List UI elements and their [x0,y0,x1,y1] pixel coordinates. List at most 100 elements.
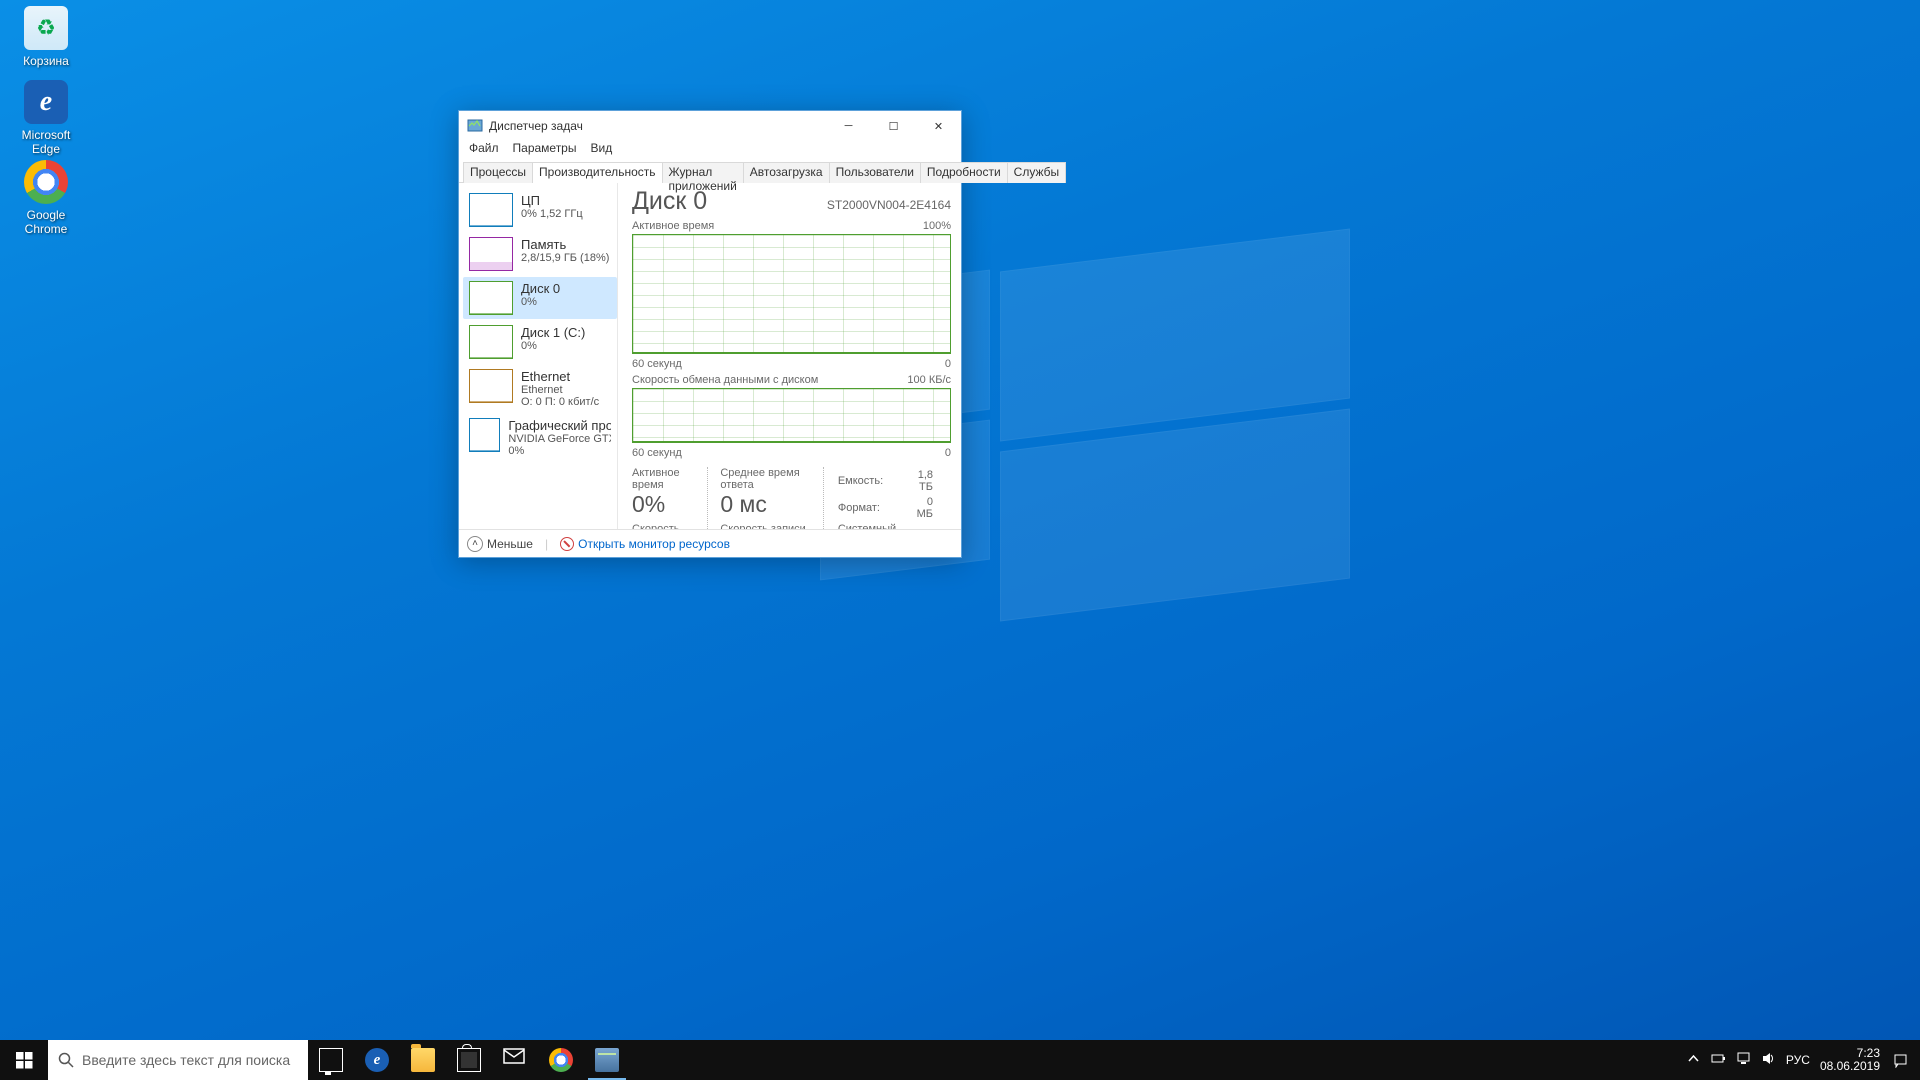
disk-model: ST2000VN004-2E4164 [827,198,951,212]
graph-throughput [632,388,951,443]
stat-label: Активное время [632,467,697,491]
recycle-bin-icon [24,6,68,50]
taskbar-app-mail[interactable] [492,1040,538,1080]
sidebar-item-sub: 2,8/15,9 ГБ (18%) [521,252,609,264]
tray-network-icon[interactable] [1736,1051,1751,1069]
window-status-bar: ˄ Меньше | Открыть монитор ресурсов [459,529,961,557]
windows-logo-icon [16,1052,33,1069]
store-icon [457,1048,481,1072]
tab-app-history[interactable]: Журнал приложений [662,162,744,183]
sidebar-item-ethernet[interactable]: Ethernet Ethernet О: 0 П: 0 кбит/с [463,365,617,412]
tray-language[interactable]: РУС [1786,1053,1810,1067]
sidebar-item-sub: NVIDIA GeForce GTX 1660 [508,433,611,445]
desktop-icon-edge[interactable]: Microsoft Edge [6,80,86,156]
graph1-max: 100% [923,220,951,232]
search-placeholder: Введите здесь текст для поиска [82,1052,290,1068]
taskbar-app-task-manager[interactable] [584,1040,630,1080]
sidebar-item-memory[interactable]: Память 2,8/15,9 ГБ (18%) [463,233,617,275]
tab-services[interactable]: Службы [1007,162,1066,183]
sidebar-item-sub2: 0% [508,445,611,457]
graph2-xleft: 60 секунд [632,447,682,459]
tab-processes[interactable]: Процессы [463,162,533,183]
stat-value: 0 мс [720,491,809,517]
fewer-details-label: Меньше [487,537,533,551]
search-icon [58,1052,74,1068]
sidebar-item-label: Графический процессор [508,418,611,433]
tray-date: 08.06.2019 [1820,1060,1880,1073]
stat-label: Среднее время ответа [720,467,809,491]
sidebar-item-label: ЦП [521,193,583,208]
start-button[interactable] [0,1040,48,1080]
tab-users[interactable]: Пользователи [829,162,921,183]
menu-view[interactable]: Вид [588,141,614,161]
stat-label: Скорость чтения [632,523,697,529]
tray-chevron-up[interactable] [1686,1051,1701,1069]
sidebar-item-label: Диск 1 (C:) [521,325,585,340]
taskbar-app-store[interactable] [446,1040,492,1080]
folder-icon [411,1048,435,1072]
tray-battery-icon[interactable] [1711,1051,1726,1069]
desktop-icon-label: Корзина [6,54,86,68]
tab-startup[interactable]: Автозагрузка [743,162,830,183]
task-manager-icon [595,1048,619,1072]
task-manager-icon [467,118,483,134]
tab-details[interactable]: Подробности [920,162,1008,183]
tray-volume-icon[interactable] [1761,1051,1776,1069]
sidebar-item-disk1[interactable]: Диск 1 (C:) 0% [463,321,617,363]
window-titlebar[interactable]: Диспетчер задач ─ ☐ ✕ [459,111,961,141]
mail-icon [503,1048,527,1072]
sidebar-item-disk0[interactable]: Диск 0 0% [463,277,617,319]
window-title: Диспетчер задач [489,119,826,133]
tray-clock[interactable]: 7:23 08.06.2019 [1820,1047,1880,1073]
sidebar-item-sub2: О: 0 П: 0 кбит/с [521,396,599,408]
prohibited-icon [560,537,574,551]
sidebar-item-gpu[interactable]: Графический процессор NVIDIA GeForce GTX… [463,414,617,461]
minimize-button[interactable]: ─ [826,111,871,141]
graph-active-time [632,234,951,354]
sidebar-item-sub: 0% 1,52 ГГц [521,208,583,220]
performance-sidebar: ЦП 0% 1,52 ГГц Память 2,8/15,9 ГБ (18%) … [459,183,617,529]
gpu-spark-icon [469,418,500,452]
stat-value: 0% [632,491,697,517]
desktop-icon-label: Google Chrome [6,208,86,236]
graph2-max: 100 КБ/с [907,374,951,386]
tray-notifications[interactable] [1890,1043,1910,1077]
task-view-icon [319,1048,343,1072]
desktop-icon-chrome[interactable]: Google Chrome [6,160,86,236]
graph1-label: Активное время [632,220,714,232]
desktop-icon-label: Microsoft Edge [6,128,86,156]
detail-stats: Активное время 0% Скорость чтения 0 КБ/с… [632,467,951,529]
maximize-button[interactable]: ☐ [871,111,916,141]
open-resource-monitor-label: Открыть монитор ресурсов [578,537,730,551]
stat-label: Скорость записи [720,523,809,529]
sidebar-item-label: Ethernet [521,369,599,384]
detail-title: Диск 0 [632,187,707,216]
tab-performance[interactable]: Производительность [532,162,662,183]
tab-strip: Процессы Производительность Журнал прило… [459,161,961,183]
sidebar-item-sub: Ethernet [521,384,599,396]
close-button[interactable]: ✕ [916,111,961,141]
sidebar-item-label: Диск 0 [521,281,560,296]
desktop-icon-recycle-bin[interactable]: Корзина [6,6,86,68]
menu-file[interactable]: Файл [467,141,501,161]
sidebar-item-cpu[interactable]: ЦП 0% 1,52 ГГц [463,189,617,231]
task-manager-window: Диспетчер задач ─ ☐ ✕ Файл Параметры Вид… [458,110,962,558]
taskbar-app-explorer[interactable] [400,1040,446,1080]
graph1-xright: 0 [945,358,951,370]
edge-icon [24,80,68,124]
chrome-icon [24,160,68,204]
menu-bar: Файл Параметры Вид [459,141,961,161]
taskbar-app-chrome[interactable] [538,1040,584,1080]
memory-spark-icon [469,237,513,271]
task-view-button[interactable] [308,1040,354,1080]
disk-properties-table: Емкость:1,8 ТБ Формат:0 МБ Системный дис… [836,467,941,529]
system-tray: РУС 7:23 08.06.2019 [1676,1040,1920,1080]
disk-spark-icon [469,281,513,315]
fewer-details-button[interactable]: ˄ Меньше [467,536,533,552]
taskbar-app-edge[interactable]: e [354,1040,400,1080]
edge-icon: e [365,1048,389,1072]
taskbar-search[interactable]: Введите здесь текст для поиска [48,1040,308,1080]
open-resource-monitor-link[interactable]: Открыть монитор ресурсов [560,537,730,551]
ethernet-spark-icon [469,369,513,403]
menu-options[interactable]: Параметры [511,141,579,161]
